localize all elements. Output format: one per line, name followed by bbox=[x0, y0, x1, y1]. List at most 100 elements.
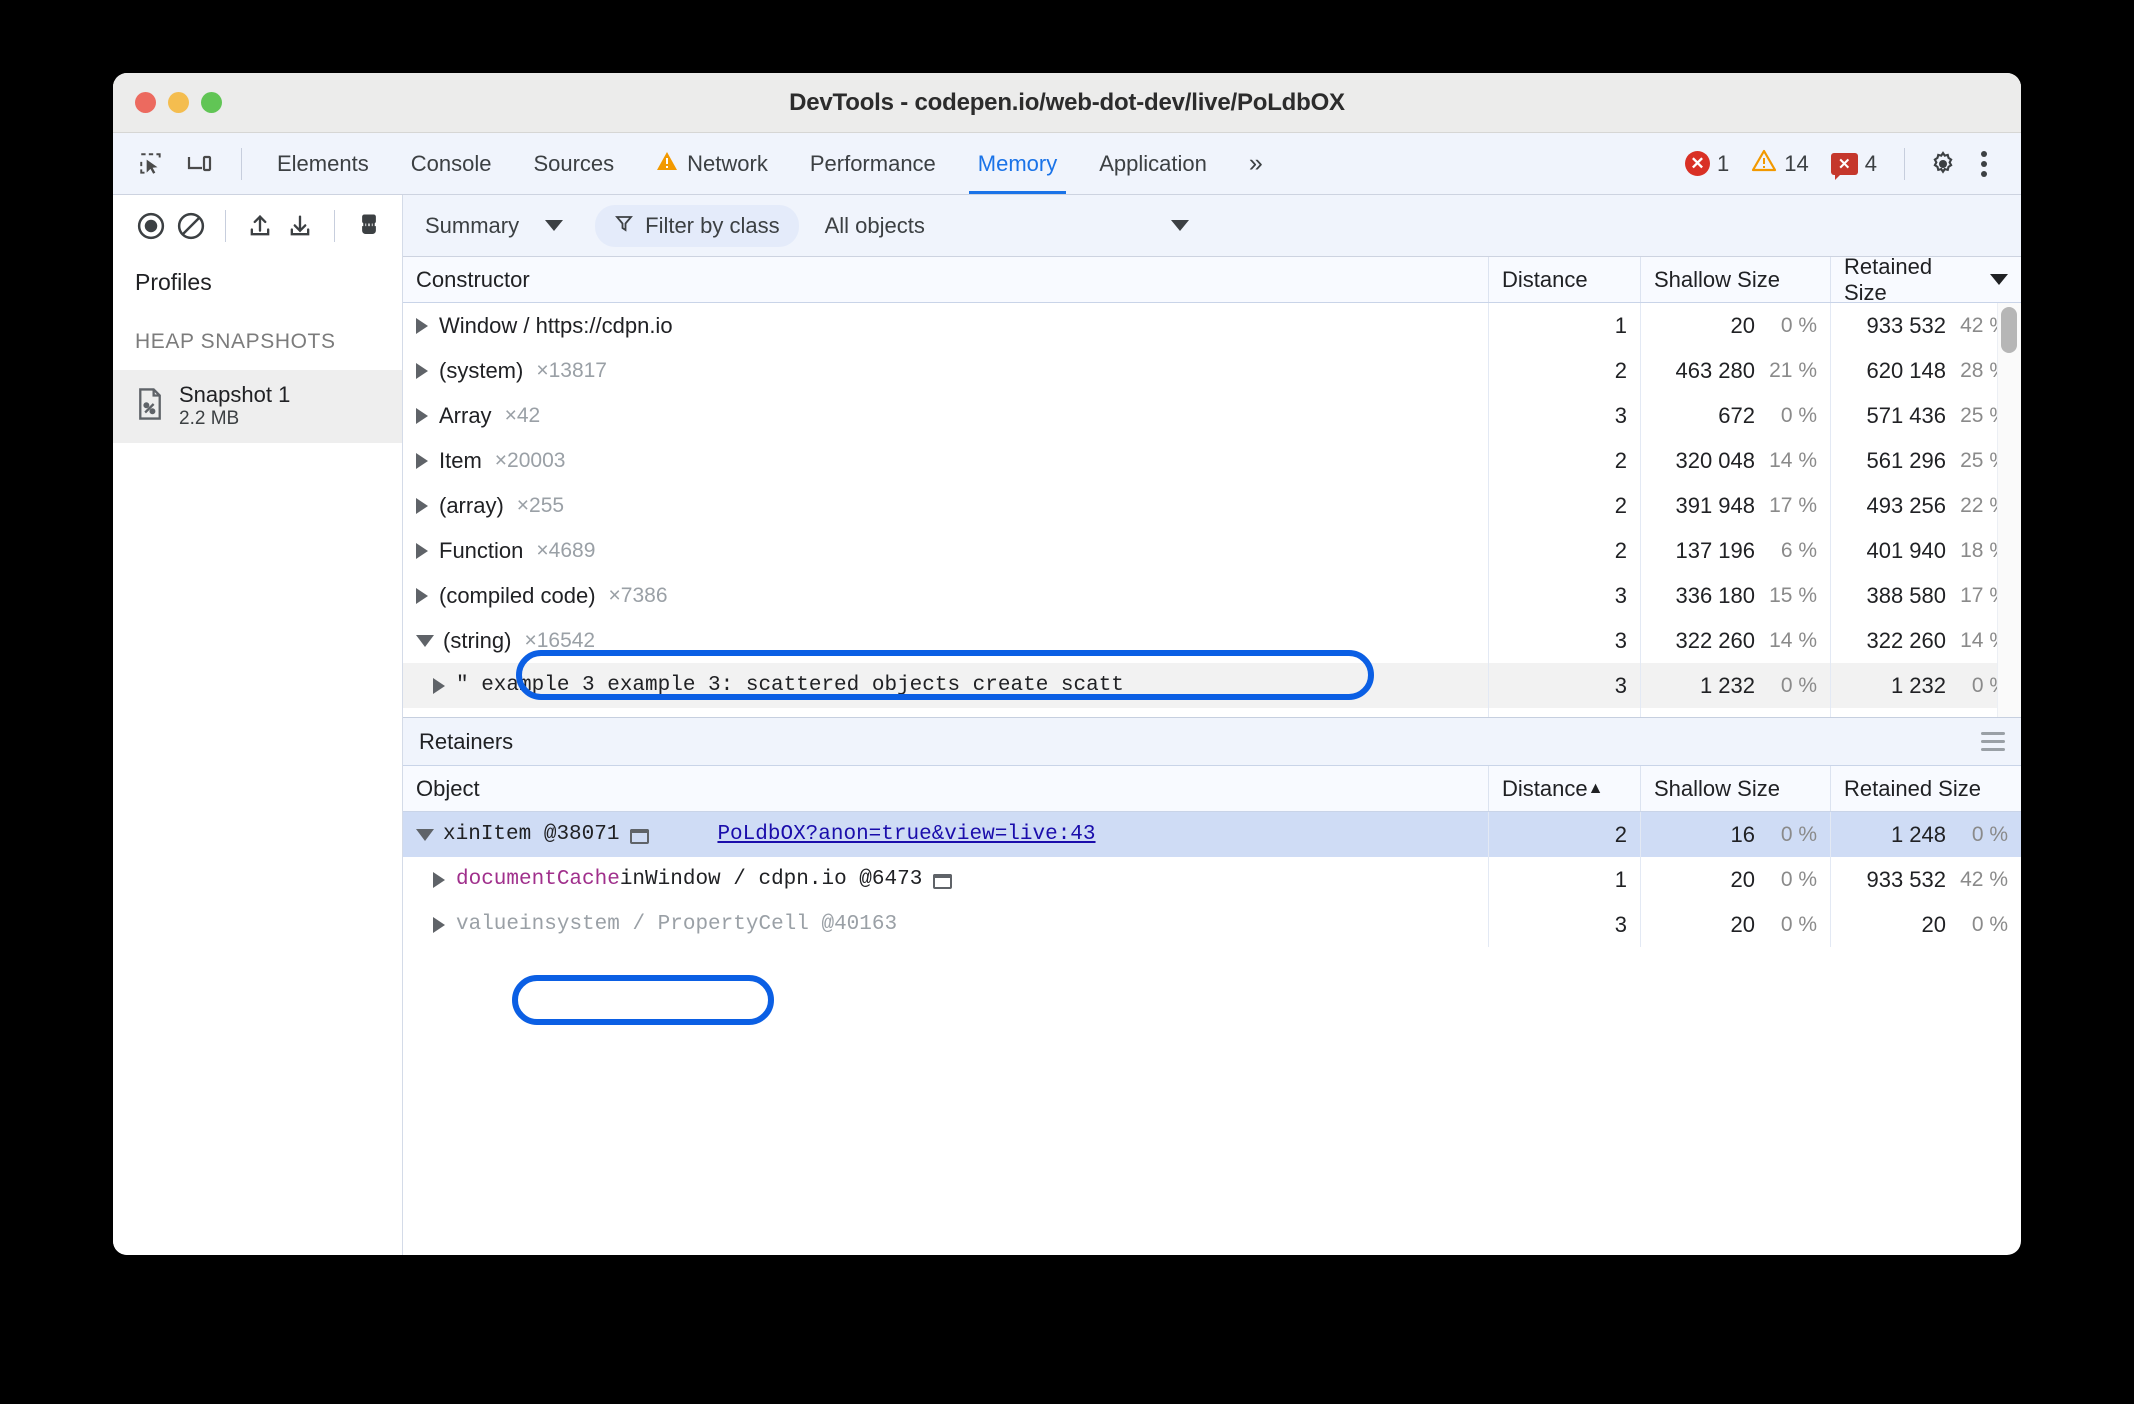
column-header-constructor[interactable]: Constructor bbox=[403, 257, 1489, 302]
expand-triangle-icon[interactable] bbox=[433, 677, 445, 694]
distance-cell: 2 bbox=[1489, 438, 1641, 483]
shallow-size-cell: 320 048 14 % bbox=[1641, 438, 1831, 483]
constructors-scrollbar-track[interactable] bbox=[1997, 303, 2021, 717]
constructors-scrollbar-thumb[interactable] bbox=[2001, 307, 2017, 353]
table-row[interactable]: " example 3 example 3: scattered objects… bbox=[403, 663, 2021, 708]
table-row[interactable]: documentCache in Window / cdpn.io @6473 1… bbox=[403, 857, 2021, 902]
expand-triangle-icon[interactable] bbox=[416, 452, 428, 469]
constructor-label: Item bbox=[439, 447, 482, 473]
table-row[interactable]: Item ×20003 2 320 048 14 % 561 296 25 % bbox=[403, 438, 2021, 483]
expand-triangle-icon[interactable] bbox=[433, 871, 445, 888]
distance-cell: 3 bbox=[1489, 902, 1641, 947]
snapshot-labels: Snapshot 1 2.2 MB bbox=[179, 382, 290, 431]
view-select-value: Summary bbox=[425, 212, 520, 238]
title-bar: DevTools - codepen.io/web-dot-dev/live/P… bbox=[113, 73, 2021, 133]
tab-application[interactable]: Application bbox=[1078, 133, 1228, 194]
error-icon: ✕ bbox=[1685, 151, 1711, 176]
table-row[interactable]: "Torque assert 'Convert<uintptr>(endInde… bbox=[403, 708, 2021, 717]
table-row[interactable]: (system) ×13817 2 463 280 21 % 620 148 28 % bbox=[403, 348, 2021, 393]
expand-triangle-icon[interactable] bbox=[416, 407, 428, 424]
device-toolbar-icon[interactable] bbox=[179, 144, 219, 184]
column-header-retainer-retained-size[interactable]: Retained Size bbox=[1831, 766, 2021, 811]
retainers-header-row: Object Distance ▲ Shallow Size Retained S… bbox=[403, 766, 2021, 812]
load-profile-icon[interactable] bbox=[240, 206, 280, 246]
shallow-size-value: 137 196 bbox=[1675, 537, 1755, 563]
table-row[interactable]: (array) ×255 2 391 948 17 % 493 256 22 % bbox=[403, 483, 2021, 528]
table-row[interactable]: (compiled code) ×7386 3 336 180 15 % 388 580 1… bbox=[403, 573, 2021, 618]
gear-icon[interactable] bbox=[1923, 144, 1963, 184]
warning-triangle-icon bbox=[656, 151, 678, 177]
column-header-retained-size[interactable]: Retained Size bbox=[1831, 254, 2021, 305]
tab-sources[interactable]: Sources bbox=[512, 133, 635, 194]
distance-cell: 3 bbox=[1489, 573, 1641, 618]
expand-triangle-icon[interactable] bbox=[416, 542, 428, 559]
shallow-size-value: 391 948 bbox=[1675, 492, 1755, 518]
constructors-grid: Constructor Distance Shallow Size Retain… bbox=[403, 254, 2021, 717]
more-options-icon[interactable] bbox=[1967, 150, 2001, 177]
instance-count: ×4689 bbox=[536, 538, 596, 562]
expand-triangle-icon[interactable] bbox=[416, 317, 428, 334]
retained-size-percent: 0 % bbox=[1971, 912, 2008, 936]
object-filter-chevron-icon[interactable] bbox=[1170, 220, 1189, 231]
table-row[interactable]: x in Item @38071 PoLdbOX?anon=true&view=l… bbox=[403, 812, 2021, 857]
column-header-object[interactable]: Object bbox=[403, 766, 1489, 811]
source-location-link[interactable]: PoLdbOX?anon=true&view=live:43 bbox=[717, 823, 1095, 846]
record-icon[interactable] bbox=[131, 206, 171, 246]
shallow-size-value: 463 280 bbox=[1675, 357, 1755, 383]
expand-triangle-icon[interactable] bbox=[416, 587, 428, 604]
collect-garbage-icon[interactable] bbox=[349, 206, 389, 246]
object-filter-value: All objects bbox=[824, 212, 925, 238]
collapse-triangle-icon[interactable] bbox=[416, 634, 434, 647]
memory-sidebar: Profiles HEAP SNAPSHOTS Snapshot 1 2.2 M… bbox=[113, 195, 403, 1255]
column-header-retainer-shallow-size[interactable]: Shallow Size bbox=[1641, 766, 1831, 811]
table-row[interactable]: Function ×4689 2 137 196 6 % 401 940 18 % bbox=[403, 528, 2021, 573]
error-count-badge[interactable]: ✕ 1 bbox=[1676, 151, 1738, 177]
expand-triangle-icon[interactable] bbox=[433, 916, 445, 933]
clear-icon[interactable] bbox=[171, 206, 211, 246]
retained-size-cell: 933 532 42 % bbox=[1831, 857, 2021, 902]
tab-performance[interactable]: Performance bbox=[789, 133, 957, 194]
issue-count-badge[interactable]: ✕ 4 bbox=[1822, 151, 1886, 180]
retained-size-value: 1 232 bbox=[1890, 672, 1946, 698]
expand-triangle-icon[interactable] bbox=[416, 362, 428, 379]
column-header-distance[interactable]: Distance bbox=[1489, 257, 1641, 302]
table-row[interactable]: Window / https://cdpn.io 1 20 0 % 933 532 42 … bbox=[403, 303, 2021, 348]
table-row[interactable]: (string) ×16542 3 322 260 14 % 322 260 14 % bbox=[403, 618, 2021, 663]
collapse-triangle-icon[interactable] bbox=[416, 828, 434, 841]
shallow-size-cell: 391 948 17 % bbox=[1641, 483, 1831, 528]
shallow-size-percent: 21 % bbox=[1769, 358, 1817, 382]
tab-console[interactable]: Console bbox=[390, 133, 513, 194]
save-profile-icon[interactable] bbox=[280, 206, 320, 246]
shallow-size-percent: 15 % bbox=[1769, 583, 1817, 607]
tab-memory[interactable]: Memory bbox=[957, 133, 1078, 194]
retainer-in-keyword: in bbox=[455, 823, 481, 846]
expand-triangle-icon[interactable] bbox=[416, 497, 428, 514]
retainer-object-cell: x in Item @38071 PoLdbOX?anon=true&view=l… bbox=[403, 812, 1489, 857]
column-header-shallow-size[interactable]: Shallow Size bbox=[1641, 257, 1831, 302]
retained-size-cell: 933 532 42 % bbox=[1831, 303, 2021, 348]
tab-elements[interactable]: Elements bbox=[256, 133, 390, 194]
chevron-down-icon bbox=[545, 220, 564, 231]
filter-by-class-input[interactable]: Filter by class bbox=[595, 204, 799, 247]
tab-network[interactable]: Network bbox=[635, 133, 789, 194]
shallow-size-value: 1 232 bbox=[1699, 672, 1755, 698]
table-row[interactable]: value in system / PropertyCell @40163 3 20… bbox=[403, 902, 2021, 947]
more-tabs-button[interactable]: » bbox=[1228, 133, 1280, 194]
retainers-menu-icon[interactable] bbox=[1981, 732, 2005, 751]
column-header-retainer-distance[interactable]: Distance ▲ bbox=[1489, 766, 1641, 811]
constructor-name-cell: Array ×42 bbox=[403, 393, 1489, 438]
constructor-label: (array) bbox=[439, 492, 504, 518]
shallow-size-percent: 0 % bbox=[1780, 673, 1817, 697]
tab-bar-right-icons: ✕ 1 14 ✕ 4 bbox=[1676, 144, 2021, 184]
view-select[interactable]: Summary bbox=[419, 213, 569, 239]
shallow-size-percent: 6 % bbox=[1780, 538, 1817, 562]
inspect-element-icon[interactable] bbox=[131, 144, 171, 184]
profile-toolbar bbox=[113, 195, 402, 257]
sidebar-item-snapshot-1[interactable]: Snapshot 1 2.2 MB bbox=[113, 370, 402, 444]
issue-icon: ✕ bbox=[1830, 152, 1858, 180]
table-row[interactable]: Array ×42 3 672 0 % 571 436 25 % bbox=[403, 393, 2021, 438]
retainer-property-name: documentCache bbox=[456, 868, 620, 891]
retainer-property-name: x bbox=[443, 823, 456, 846]
instance-count: ×13817 bbox=[536, 358, 607, 382]
warning-count-badge[interactable]: 14 bbox=[1742, 149, 1817, 178]
